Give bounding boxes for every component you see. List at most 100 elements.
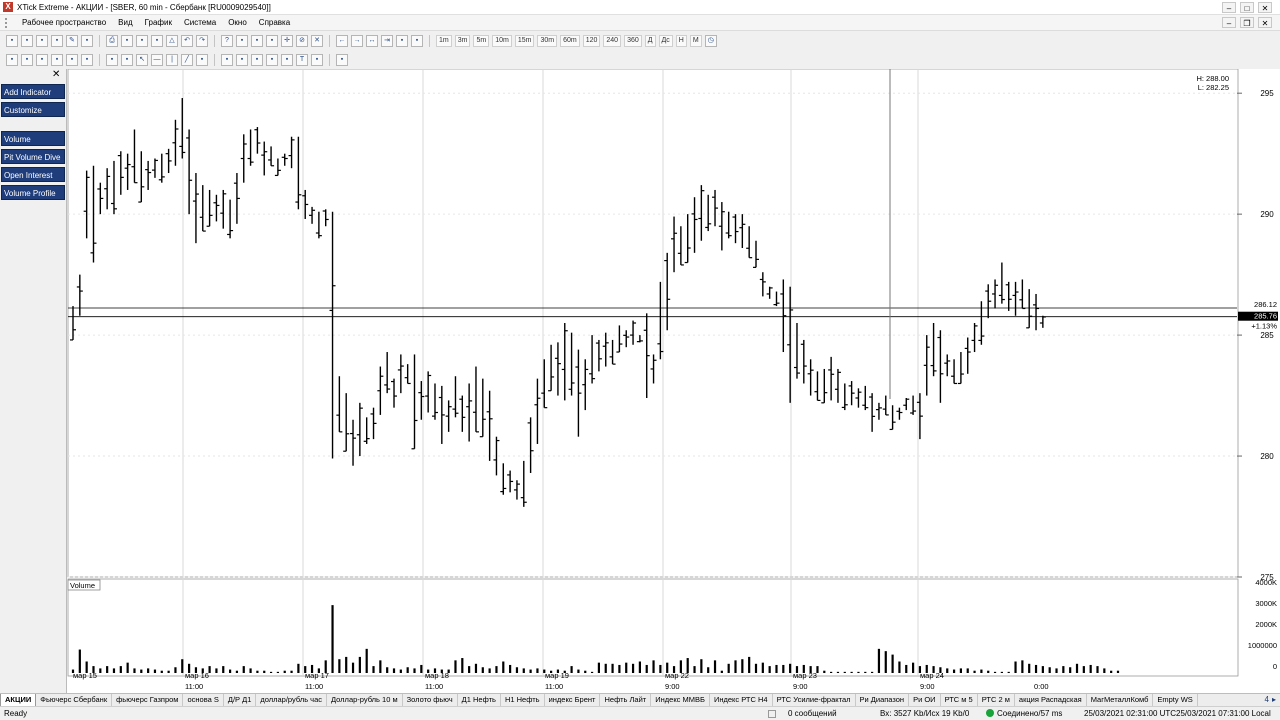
list-icon[interactable]: ▪: [136, 35, 148, 47]
indicator-volume-button[interactable]: Volume: [1, 131, 65, 146]
tab-16[interactable]: Ри ОИ: [909, 694, 941, 706]
ray-icon[interactable]: ▪: [281, 54, 293, 66]
timeframe-button-0[interactable]: 1m: [436, 35, 452, 47]
menu-window[interactable]: Окно: [222, 18, 253, 27]
arc-icon[interactable]: ▪: [251, 54, 263, 66]
trend-line-icon[interactable]: ╱: [181, 54, 193, 66]
tab-21[interactable]: Empty WS: [1153, 694, 1198, 706]
pencil-icon[interactable]: ✎: [66, 35, 78, 47]
timeframe-button-5[interactable]: 30m: [537, 35, 558, 47]
shape-icon[interactable]: ▪: [311, 54, 323, 66]
grid-icon[interactable]: ▪: [36, 35, 48, 47]
tab-13[interactable]: Индекс РТС Н4: [710, 694, 773, 706]
area-chart-icon[interactable]: ▪: [66, 54, 78, 66]
grid-toggle-icon[interactable]: ▪: [266, 35, 278, 47]
crosshair-icon[interactable]: ✛: [281, 35, 293, 47]
horizontal-line-icon[interactable]: —: [151, 54, 163, 66]
tab-18[interactable]: РТС 2 м: [978, 694, 1015, 706]
menu-help[interactable]: Справка: [253, 18, 296, 27]
line-chart-icon[interactable]: ▪: [6, 54, 18, 66]
tab-0[interactable]: АКЦИИ: [0, 694, 37, 706]
tab-2[interactable]: фьючерс Газпром: [112, 694, 184, 706]
cursor-icon[interactable]: ↖: [136, 54, 148, 66]
expand-icon[interactable]: ↔: [366, 35, 378, 47]
shrink-icon[interactable]: ⇥: [381, 35, 393, 47]
price-volume-chart[interactable]: 2952902852802754000K3000K2000K10000000ма…: [67, 68, 1280, 694]
histogram-icon[interactable]: ▪: [81, 54, 93, 66]
add-indicator-button[interactable]: Add Indicator: [1, 84, 65, 99]
arrow-right-icon[interactable]: →: [351, 35, 363, 47]
text-icon[interactable]: T: [296, 54, 308, 66]
timeframe-button-9[interactable]: 360: [624, 35, 642, 47]
tab-19[interactable]: акция Распадская: [1015, 694, 1087, 706]
tab-20[interactable]: МагМеталлКомб: [1087, 694, 1154, 706]
chart-candle-icon[interactable]: ▪: [21, 35, 33, 47]
gann-icon[interactable]: ▪: [266, 54, 278, 66]
mdi-restore-button[interactable]: ❐: [1240, 17, 1254, 28]
minimize-button[interactable]: –: [1222, 2, 1236, 13]
tab-17[interactable]: РТС м 5: [941, 694, 978, 706]
timeframe-button-7[interactable]: 120: [582, 35, 601, 47]
chart-bar-icon[interactable]: ▪: [6, 35, 18, 47]
tab-10[interactable]: индекс Брент: [545, 694, 601, 706]
indicator-open-interest-button[interactable]: Open Interest: [1, 167, 65, 182]
arrow-left-icon[interactable]: ←: [336, 35, 348, 47]
timeframe-button-3[interactable]: 10m: [492, 35, 512, 47]
tab-11[interactable]: Нефть Лайт: [600, 694, 652, 706]
bar-spacing-icon[interactable]: ▪: [251, 35, 263, 47]
point-chart-icon[interactable]: ▪: [51, 54, 63, 66]
tab-1[interactable]: Фьючерс Сбербанк: [36, 694, 113, 706]
timeframe-button-4[interactable]: 15m: [514, 35, 535, 47]
bar-chart-icon[interactable]: ▪: [21, 54, 33, 66]
tab-9[interactable]: Н1 Нефть: [501, 694, 545, 706]
channel-icon[interactable]: ▪: [196, 54, 208, 66]
candle-chart-icon[interactable]: ▪: [36, 54, 48, 66]
tab-6[interactable]: Доллар-рубль 10 м: [327, 694, 403, 706]
timeframe-button-11[interactable]: Дс: [658, 35, 673, 47]
triangle-icon[interactable]: △: [166, 35, 178, 47]
new-window-icon[interactable]: ▪: [81, 35, 93, 47]
fibonacci-icon[interactable]: ▪: [221, 54, 233, 66]
no-entry-icon[interactable]: ⊘: [296, 35, 308, 47]
mdi-close-button[interactable]: ✕: [1258, 17, 1272, 28]
delete-x-icon[interactable]: ✕: [311, 35, 323, 47]
tab-4[interactable]: Д/Р Д1: [224, 694, 257, 706]
timeframe-button-2[interactable]: 5m: [473, 35, 490, 47]
vertical-line-icon[interactable]: |: [166, 54, 178, 66]
indicator-volume-profile-button[interactable]: Volume Profile: [1, 185, 65, 200]
indicator-pit-volume-button[interactable]: Pit Volume Dive: [1, 149, 65, 164]
tab-8[interactable]: Д1 Нефть: [458, 694, 501, 706]
tab-14[interactable]: РТС Усилие-фрактал: [773, 694, 856, 706]
menu-chart[interactable]: График: [139, 18, 178, 27]
timeframe-button-13[interactable]: М: [689, 35, 702, 47]
tab-3[interactable]: основа S: [183, 694, 224, 706]
template-icon[interactable]: ▪: [411, 35, 423, 47]
maximize-button[interactable]: □: [1240, 2, 1254, 13]
tab-scroll-left-icon[interactable]: 4: [1265, 695, 1269, 704]
chart-area[interactable]: 295 290 285 280 275 4000K 3000K 2000K 1000000 0 ма…: [67, 68, 1280, 694]
tab-15[interactable]: Ри Диапазон: [856, 694, 910, 706]
mdi-minimize-button[interactable]: –: [1222, 17, 1236, 28]
timeframe-button-10[interactable]: Д: [644, 35, 656, 47]
eraser-icon[interactable]: ▪: [336, 54, 348, 66]
undo-icon[interactable]: ↶: [181, 35, 193, 47]
timeframe-button-8[interactable]: 240: [603, 35, 622, 47]
close-button[interactable]: ✕: [1258, 2, 1272, 13]
volume-icon[interactable]: ▪: [106, 54, 118, 66]
redo-icon[interactable]: ↷: [196, 35, 208, 47]
menu-workspace[interactable]: Рабочее пространство: [16, 18, 112, 27]
kagi-icon[interactable]: ▪: [121, 54, 133, 66]
print-icon[interactable]: ⎙: [106, 35, 118, 47]
table-icon[interactable]: ▪: [121, 35, 133, 47]
timeframe-button-6[interactable]: 60m: [560, 35, 580, 47]
tab-12[interactable]: Индекс ММВБ: [651, 694, 710, 706]
tab-5[interactable]: доллар/рубль час: [256, 694, 328, 706]
help-icon[interactable]: ?: [221, 35, 233, 47]
timeframe-button-12[interactable]: Н: [675, 35, 687, 47]
panel-close-icon[interactable]: ✕: [52, 69, 60, 80]
fib-fan-icon[interactable]: ▪: [236, 54, 248, 66]
clock-icon[interactable]: ◷: [704, 35, 717, 47]
tab-scroll-right-icon[interactable]: ▸: [1272, 695, 1276, 704]
menu-view[interactable]: Вид: [112, 18, 138, 27]
camera-icon[interactable]: ▪: [151, 35, 163, 47]
